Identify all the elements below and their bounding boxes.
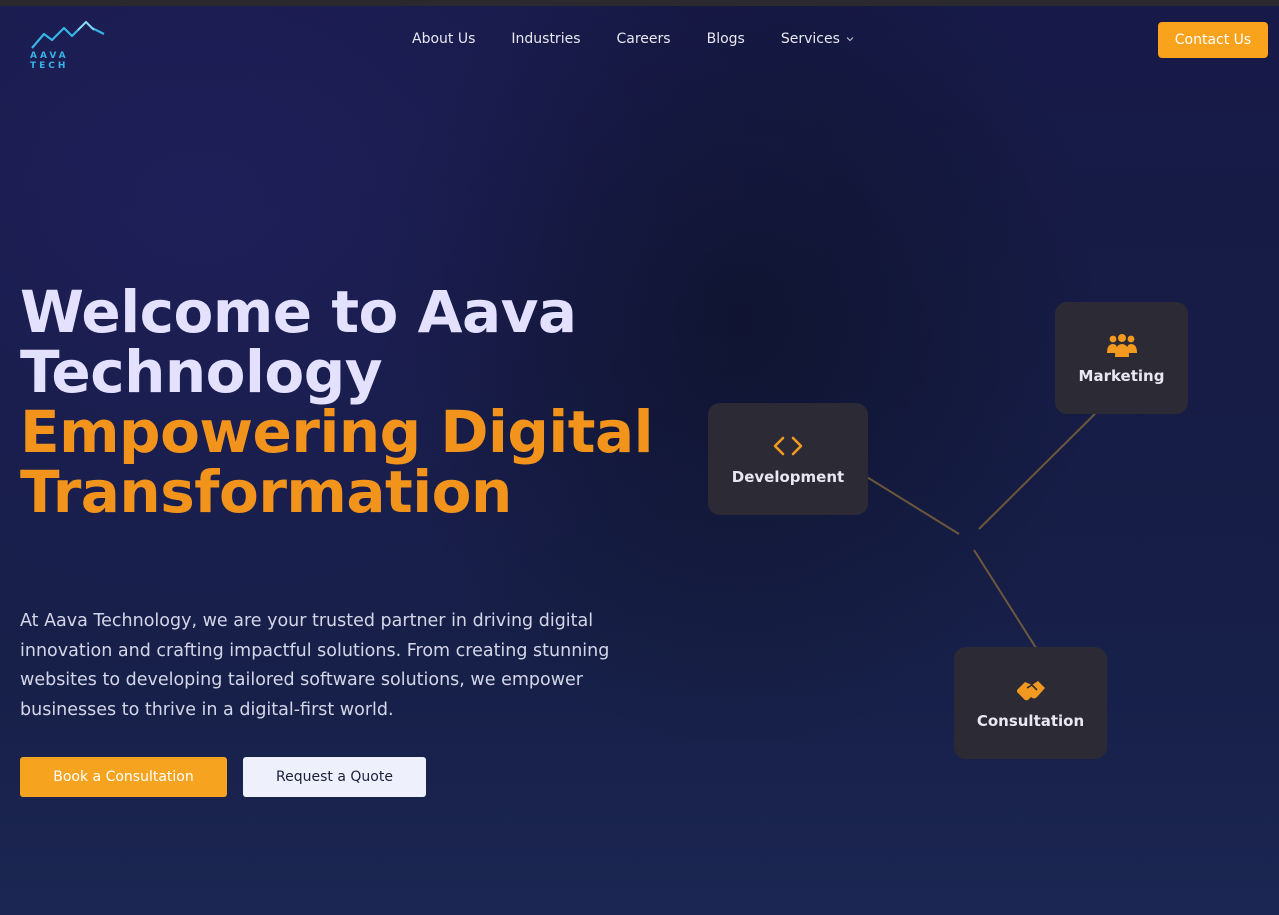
contact-us-button[interactable]: Contact Us xyxy=(1158,22,1268,58)
code-icon xyxy=(773,436,803,456)
marketing-label: Marketing xyxy=(1078,367,1165,385)
nav-services-label: Services xyxy=(780,31,840,47)
site-header: AAVA TECH About Us Industries Careers Bl… xyxy=(0,6,1279,72)
consultation-card[interactable]: Consultation xyxy=(954,647,1107,759)
people-icon xyxy=(1106,334,1137,357)
main-nav: About Us Industries Careers Blogs Servic… xyxy=(412,31,854,47)
marketing-card[interactable]: Marketing xyxy=(1055,302,1188,414)
hero-title: Welcome to Aava Technology Empowering Di… xyxy=(20,282,660,522)
logo-mountain-icon xyxy=(31,20,105,49)
hero-title-tagline: Empowering Digital Transformation xyxy=(20,398,654,526)
logo-text: AAVA TECH xyxy=(30,51,69,71)
nav-careers[interactable]: Careers xyxy=(617,31,671,47)
hero-title-welcome: Welcome to Aava Technology xyxy=(20,278,577,406)
hero-description: At Aava Technology, we are your trusted … xyxy=(20,611,610,720)
request-quote-button[interactable]: Request a Quote xyxy=(243,757,426,797)
development-label: Development xyxy=(731,468,845,486)
consultation-label: Consultation xyxy=(976,712,1085,730)
chevron-down-icon xyxy=(846,37,854,42)
nav-blogs[interactable]: Blogs xyxy=(707,31,745,47)
nav-about-us[interactable]: About Us xyxy=(412,31,475,47)
nav-industries[interactable]: Industries xyxy=(511,31,580,47)
handshake-icon xyxy=(1016,681,1045,701)
development-card[interactable]: Development xyxy=(708,403,868,515)
nav-services[interactable]: Services xyxy=(781,31,854,47)
site-logo[interactable]: AAVA TECH xyxy=(30,20,110,71)
book-consultation-button[interactable]: Book a Consultation xyxy=(20,757,227,797)
